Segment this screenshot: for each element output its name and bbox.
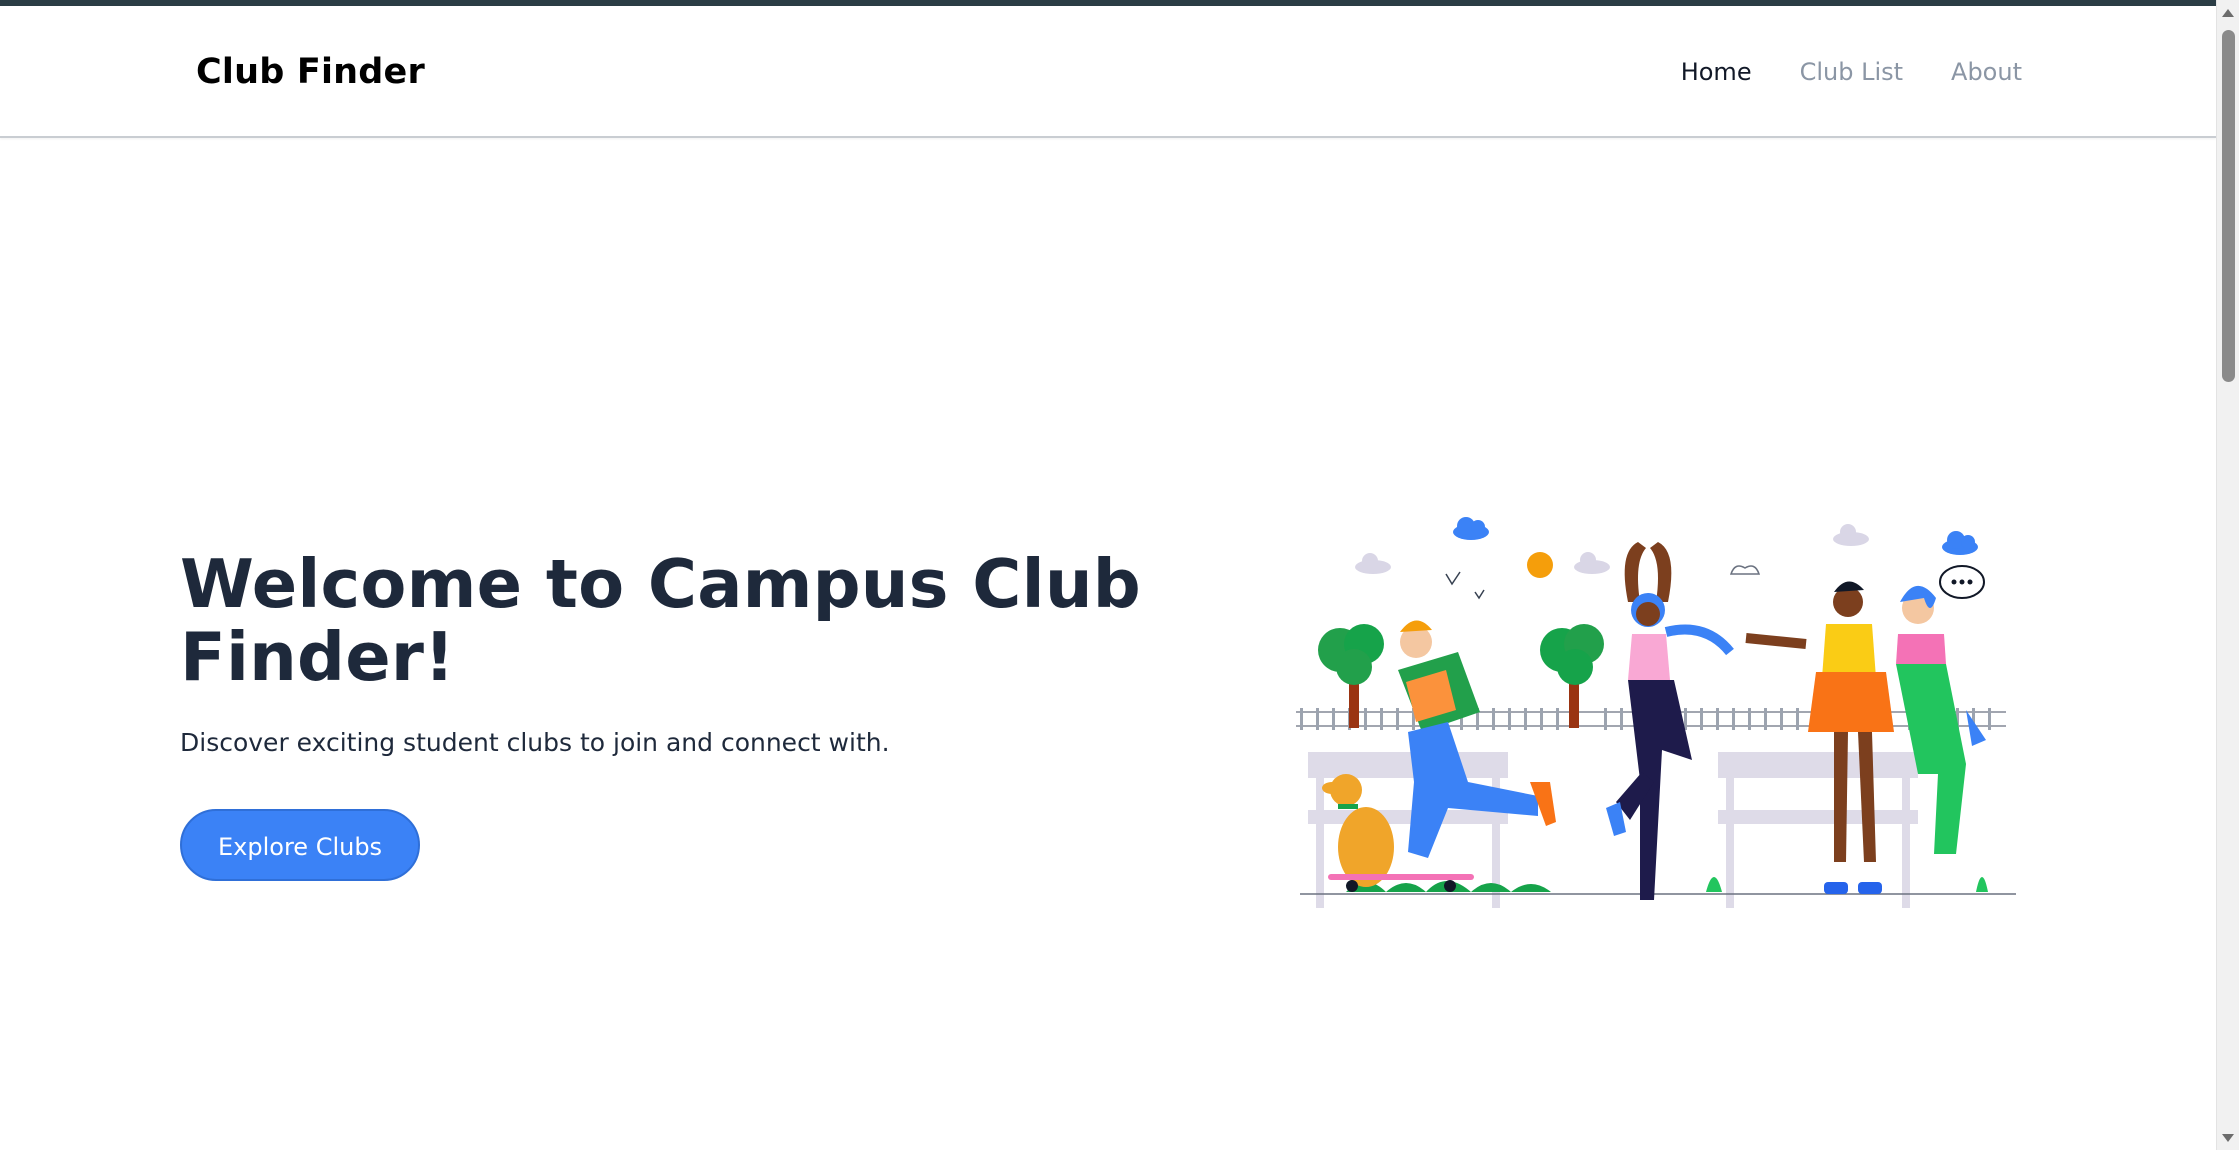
- explore-clubs-button[interactable]: Explore Clubs: [180, 809, 421, 881]
- hero-subtitle: Discover exciting student clubs to join …: [180, 728, 890, 757]
- scroll-down-arrow-icon[interactable]: [2222, 1134, 2234, 1142]
- brand-logo[interactable]: Club Finder: [196, 52, 425, 92]
- navbar: Club Finder Home Club List About: [0, 6, 2216, 138]
- vertical-scrollbar[interactable]: [2216, 0, 2239, 1150]
- hero-illustration: [1296, 517, 2016, 908]
- speech-bubble-icon: [1939, 565, 1985, 599]
- scrollbar-thumb[interactable]: [2222, 30, 2235, 382]
- main-nav: Home Club List About: [1681, 58, 2022, 86]
- nav-about[interactable]: About: [1951, 58, 2022, 86]
- nav-club-list[interactable]: Club List: [1800, 58, 1903, 86]
- student-figure-3: [1745, 581, 1894, 894]
- hero-title: Welcome to Campus Club Finder!: [180, 545, 1141, 696]
- hero-section: Welcome to Campus Club Finder! Discover …: [180, 548, 1180, 881]
- cloud-icon: [1453, 517, 1978, 555]
- scroll-up-arrow-icon[interactable]: [2222, 9, 2234, 17]
- nav-home[interactable]: Home: [1681, 58, 1752, 86]
- student-figure-2: [1606, 542, 1734, 900]
- dog-figure: [1322, 774, 1394, 887]
